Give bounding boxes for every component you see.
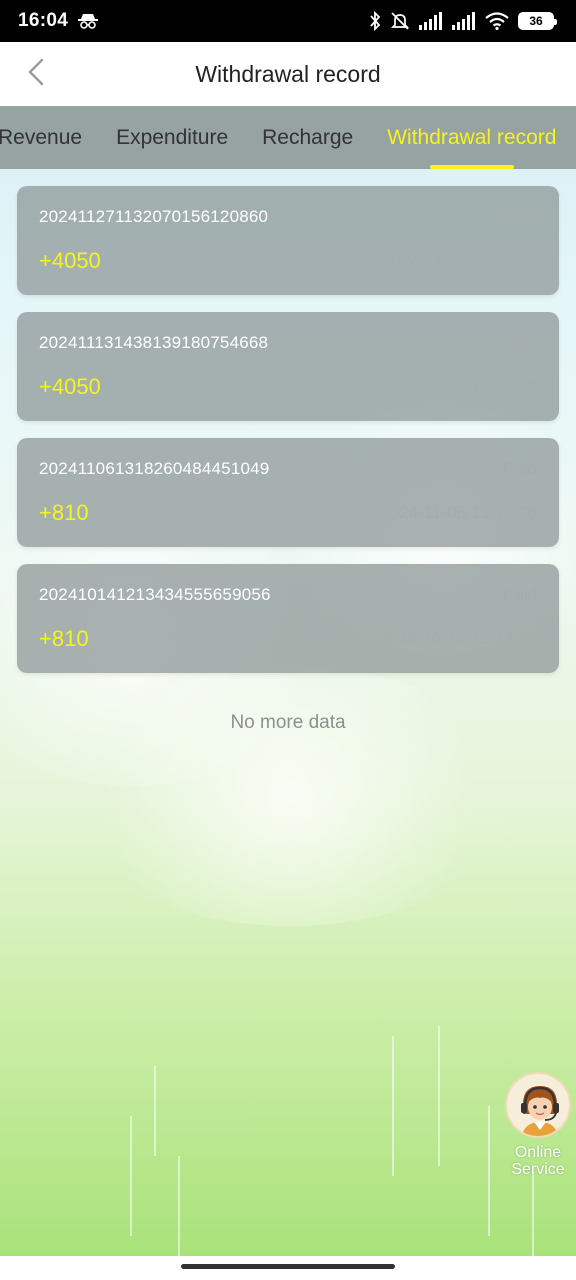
record-id: 202411061318260484451049 [39,459,270,478]
tab-recharge[interactable]: Recharge [245,106,370,169]
status-badge: Paid [502,207,537,226]
online-service-button[interactable]: Online Service [503,1072,573,1178]
tab-expenditure[interactable]: Expenditure [99,106,245,169]
tab-label: Revenue [0,125,83,149]
record-id: 202411131438139180754668 [39,333,269,352]
battery-icon: 36 [518,12,557,30]
record-time: 2024-10-14 12:13:43 [379,629,537,648]
status-time: 16:04 [18,10,69,31]
tab-withdrawal-record[interactable]: Withdrawal record [370,106,573,169]
record-amount: +4050 [39,248,101,273]
list-item[interactable]: 202411131438139180754668 Paid +4050 2024… [17,312,559,421]
record-list: 20241127113207015612086​0 Paid +4050 202… [17,186,559,690]
bell-off-icon [390,11,410,31]
tab-label: Expenditure [116,125,229,149]
online-service-label: Online Service [511,1144,564,1178]
record-time: 2024-11-13 14:38:13 [380,377,537,396]
record-amount: +810 [39,500,89,525]
back-button[interactable] [18,56,54,92]
app-header: Withdrawal record [0,42,576,106]
page-title: Withdrawal record [195,60,381,87]
tab-label: Withdrawal record [387,125,557,149]
record-amount: +4050 [39,374,101,399]
list-item[interactable]: 20241127113207015612086​0 Paid +4050 202… [17,186,559,295]
signal-icon [452,12,476,30]
status-badge: Paid [502,333,537,352]
list-item[interactable]: 202411061318260484451049 Paid +810 2024-… [17,438,559,547]
no-more-data-text: No more data [230,712,346,733]
active-tab-indicator [429,165,514,169]
status-badge: Paid [502,459,537,478]
record-time: 2024-11-06 13:18:26 [380,503,537,522]
record-time: 2024-11-27 11:32:07 [381,251,537,270]
wifi-icon [485,12,509,30]
bluetooth-icon [369,11,381,31]
tab-label: Recharge [262,125,354,149]
home-gesture-handle[interactable] [181,1264,395,1269]
service-label-line2: Service [511,1161,565,1178]
service-label-line1: Online [514,1144,562,1161]
signal-icon [419,12,443,30]
customer-service-avatar-icon [505,1072,571,1138]
tab-revenue[interactable]: Revenue [0,106,99,169]
chevron-left-icon [26,57,46,92]
record-id: 202410141213434555659056 [39,585,271,604]
status-badge: Paid [502,585,537,604]
status-bar: 16:04 36 [0,0,576,42]
list-item[interactable]: 202410141213434555659056 Paid +810 2024-… [17,564,559,673]
system-nav-bar [0,1256,576,1280]
incognito-icon [78,13,99,29]
tab-bar: Revenue Expenditure Recharge Withdrawal … [0,106,576,169]
record-amount: +810 [39,626,89,651]
record-id: 20241127113207015612086​0 [39,207,269,226]
